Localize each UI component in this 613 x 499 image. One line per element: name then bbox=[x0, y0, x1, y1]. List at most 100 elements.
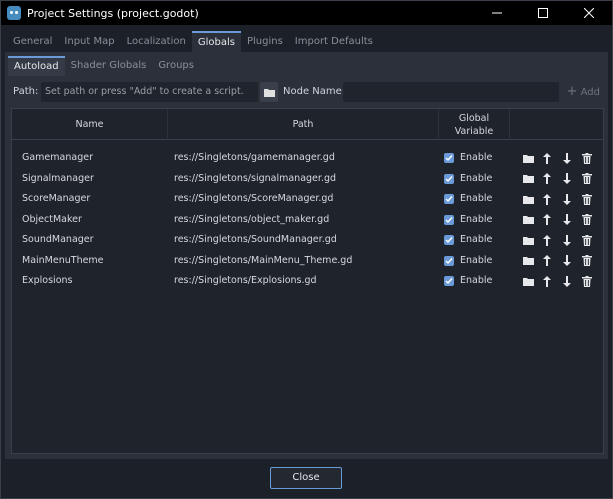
open-script-button[interactable] bbox=[521, 151, 535, 165]
move-down-button[interactable] bbox=[560, 233, 574, 247]
remove-button[interactable] bbox=[580, 274, 594, 288]
tab-localization[interactable]: Localization bbox=[121, 31, 192, 52]
autoload-name: SoundManager bbox=[22, 234, 94, 245]
remove-button[interactable] bbox=[580, 233, 594, 247]
open-script-button[interactable] bbox=[521, 233, 535, 247]
folder-icon bbox=[522, 256, 534, 265]
trash-icon bbox=[582, 255, 592, 266]
move-up-button[interactable] bbox=[540, 233, 554, 247]
arrow-up-icon bbox=[542, 173, 552, 184]
move-down-button[interactable] bbox=[560, 172, 574, 186]
remove-button[interactable] bbox=[580, 213, 594, 227]
path-label: Path: bbox=[13, 86, 39, 97]
subtab-groups[interactable]: Groups bbox=[152, 56, 200, 76]
table-row[interactable]: SoundManager res://Singletons/SoundManage… bbox=[12, 230, 603, 250]
autoload-path: res://Singletons/ScoreManager.gd bbox=[174, 193, 334, 204]
open-script-button[interactable] bbox=[521, 192, 535, 206]
arrow-up-icon bbox=[542, 275, 552, 287]
arrow-down-icon bbox=[562, 255, 572, 266]
project-settings-window: Project Settings (project.godot) General… bbox=[0, 0, 613, 499]
title-bar[interactable]: Project Settings (project.godot) bbox=[1, 1, 612, 25]
enable-label: Enable bbox=[460, 213, 493, 225]
move-down-button[interactable] bbox=[560, 254, 574, 268]
remove-button[interactable] bbox=[580, 192, 594, 206]
subtab-autoload[interactable]: Autoload bbox=[8, 56, 65, 76]
path-input[interactable]: Set path or press "Add" to create a scri… bbox=[41, 82, 258, 102]
folder-icon bbox=[263, 88, 275, 97]
table-row[interactable]: Gamemanager res://Singletons/gamemanager.… bbox=[12, 148, 603, 168]
table-row[interactable]: ObjectMaker res://Singletons/object_maker… bbox=[12, 210, 603, 230]
global-variable-checkbox[interactable] bbox=[444, 153, 454, 163]
move-down-button[interactable] bbox=[560, 192, 574, 206]
check-icon bbox=[445, 236, 453, 244]
trash-icon bbox=[582, 275, 592, 287]
tab-globals[interactable]: Globals bbox=[191, 31, 241, 52]
minimize-icon bbox=[492, 12, 502, 14]
autoload-table: Name Path Global Variable Gamemanager res… bbox=[11, 108, 604, 454]
arrow-down-icon bbox=[562, 152, 572, 164]
global-variable-checkbox[interactable] bbox=[444, 173, 454, 184]
autoload-name: MainMenuTheme bbox=[22, 254, 104, 266]
subtab-shader-globals[interactable]: Shader Globals bbox=[65, 56, 153, 76]
tab-input-map[interactable]: Input Map bbox=[58, 31, 120, 52]
header-global-line2: Variable bbox=[454, 125, 494, 137]
move-down-button[interactable] bbox=[560, 274, 574, 288]
arrow-up-icon bbox=[542, 214, 552, 225]
folder-icon bbox=[522, 277, 534, 286]
global-variable-checkbox[interactable] bbox=[444, 276, 454, 286]
move-down-button[interactable] bbox=[560, 151, 574, 165]
check-icon bbox=[445, 277, 453, 285]
tab-general[interactable]: General bbox=[7, 31, 58, 52]
remove-button[interactable] bbox=[580, 172, 594, 186]
maximize-button[interactable] bbox=[520, 1, 566, 25]
remove-button[interactable] bbox=[580, 254, 594, 268]
arrow-down-icon bbox=[562, 173, 572, 184]
arrow-up-icon bbox=[542, 152, 552, 164]
godot-logo-icon bbox=[7, 6, 21, 20]
open-script-button[interactable] bbox=[521, 172, 535, 186]
table-row[interactable]: Explosions res://Singletons/Explosions.gd… bbox=[12, 271, 603, 291]
arrow-down-icon bbox=[562, 275, 572, 287]
global-variable-checkbox[interactable] bbox=[444, 255, 454, 266]
close-window-button[interactable] bbox=[566, 1, 612, 25]
add-label: Add bbox=[580, 87, 600, 98]
node-name-label: Node Name: bbox=[283, 86, 346, 97]
tab-plugins[interactable]: Plugins bbox=[241, 31, 289, 52]
table-row[interactable]: Signalmanager res://Singletons/signalmana… bbox=[12, 169, 603, 189]
open-script-button[interactable] bbox=[521, 254, 535, 268]
trash-icon bbox=[582, 234, 592, 246]
move-down-button[interactable] bbox=[560, 213, 574, 227]
close-button[interactable]: Close bbox=[270, 467, 342, 489]
global-variable-checkbox[interactable] bbox=[444, 194, 454, 204]
add-autoload-button[interactable]: + Add bbox=[567, 82, 600, 102]
move-up-button[interactable] bbox=[540, 213, 554, 227]
move-up-button[interactable] bbox=[540, 192, 554, 206]
main-tabs: General Input Map Localization Globals P… bbox=[7, 31, 379, 52]
autoload-name: Gamemanager bbox=[22, 152, 93, 163]
open-script-button[interactable] bbox=[521, 213, 535, 227]
autoload-path: res://Singletons/Explosions.gd bbox=[174, 275, 317, 286]
move-up-button[interactable] bbox=[540, 274, 554, 288]
enable-label: Enable bbox=[460, 152, 493, 163]
table-row[interactable]: ScoreManager res://Singletons/ScoreManage… bbox=[12, 189, 603, 209]
minimize-button[interactable] bbox=[474, 1, 520, 25]
enable-label: Enable bbox=[460, 234, 493, 245]
trash-icon bbox=[582, 152, 592, 164]
move-up-button[interactable] bbox=[540, 151, 554, 165]
header-name: Name bbox=[75, 119, 104, 130]
move-up-button[interactable] bbox=[540, 172, 554, 186]
trash-icon bbox=[582, 214, 592, 225]
globals-panel: Autoload Shader Globals Groups Path: Set… bbox=[5, 54, 608, 459]
move-up-button[interactable] bbox=[540, 254, 554, 268]
remove-button[interactable] bbox=[580, 151, 594, 165]
global-variable-checkbox[interactable] bbox=[444, 235, 454, 245]
node-name-input[interactable] bbox=[343, 82, 559, 102]
trash-icon bbox=[582, 173, 592, 184]
browse-path-button[interactable] bbox=[260, 82, 278, 102]
open-script-button[interactable] bbox=[521, 274, 535, 288]
check-icon bbox=[445, 216, 453, 224]
autoload-path-bar: Path: Set path or press "Add" to create … bbox=[5, 82, 608, 102]
tab-import-defaults[interactable]: Import Defaults bbox=[289, 31, 379, 52]
global-variable-checkbox[interactable] bbox=[444, 214, 454, 225]
table-row[interactable]: MainMenuTheme res://Singletons/MainMenu_T… bbox=[12, 251, 603, 271]
